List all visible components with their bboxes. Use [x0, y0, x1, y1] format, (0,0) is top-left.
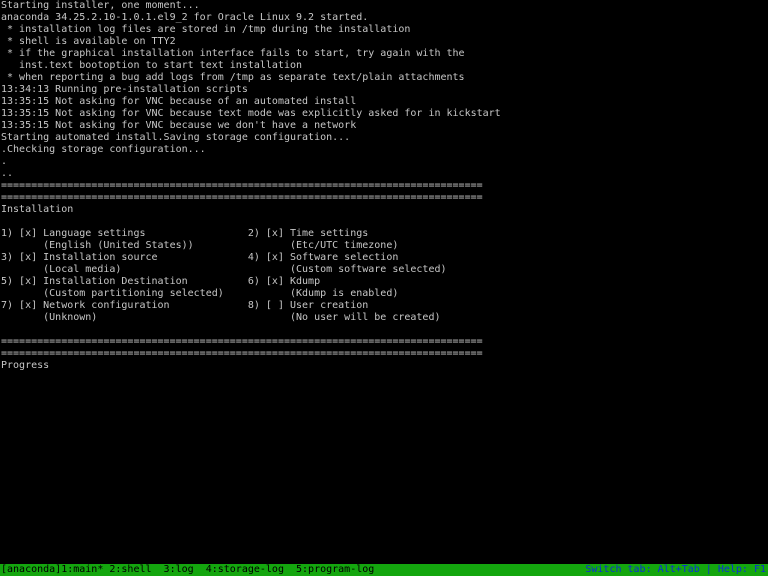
console-line: * installation log files are stored in /… [1, 24, 411, 35]
console-line: Starting automated install.Saving storag… [1, 132, 351, 143]
console-line: (English (United States)) (Etc/UTC timez… [1, 240, 399, 251]
console-line: 13:35:15 Not asking for VNC because of a… [1, 96, 357, 107]
console-line: 13:35:15 Not asking for VNC because we d… [1, 120, 357, 131]
console-line: 13:35:15 Not asking for VNC because text… [1, 108, 501, 119]
terminal-screen: Starting installer, one moment... anacond… [0, 0, 768, 576]
console-line: Progress [1, 360, 50, 371]
console-line: 13:34:13 Running pre-installation script… [1, 84, 248, 95]
console-line: .. [1, 168, 14, 179]
console-line: inst.text bootoption to start text insta… [1, 60, 303, 71]
console-line: * when reporting a bug add logs from /tm… [1, 72, 465, 83]
console-line: ========================================… [1, 192, 483, 203]
console-line: Starting installer, one moment... [1, 0, 200, 11]
console-line: (Unknown) (No user will be created) [1, 312, 441, 323]
console-output: Starting installer, one moment... anacond… [1, 0, 767, 564]
console-line: * shell is available on TTY2 [1, 36, 176, 47]
tmux-help-hint: Switch tab: Alt+Tab | Help: F1 [585, 564, 766, 575]
console-line: ========================================… [1, 336, 483, 347]
console-line: .Checking storage configuration... [1, 144, 206, 155]
console-line: * if the graphical installation interfac… [1, 48, 465, 59]
console-line: Installation [1, 204, 74, 215]
tmux-window-list[interactable]: [anaconda]1:main* 2:shell 3:log 4:storag… [1, 564, 374, 576]
console-line: . [1, 156, 8, 167]
console-line: anaconda 34.25.2.10-1.0.1.el9_2 for Orac… [1, 12, 369, 23]
console-line: (Custom partitioning selected) (Kdump is… [1, 288, 399, 299]
tmux-status-bar: [anaconda]1:main* 2:shell 3:log 4:storag… [0, 564, 768, 576]
console-line: (Local media) (Custom software selected) [1, 264, 447, 275]
console-line: 5) [x] Installation Destination 6) [x] K… [1, 276, 321, 287]
console-line: ========================================… [1, 348, 483, 359]
console-line: 7) [x] Network configuration 8) [ ] User… [1, 300, 369, 311]
console-line: ========================================… [1, 180, 483, 191]
console-line: 1) [x] Language settings 2) [x] Time set… [1, 228, 369, 239]
console-line: 3) [x] Installation source 4) [x] Softwa… [1, 252, 399, 263]
